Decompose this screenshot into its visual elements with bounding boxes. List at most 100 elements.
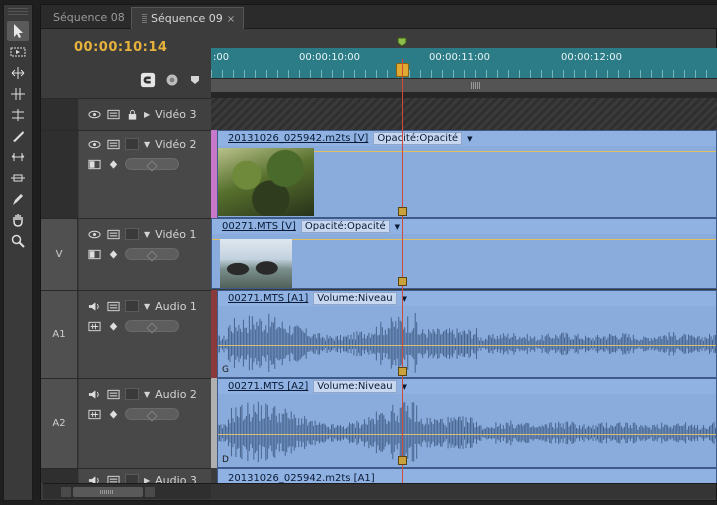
lane-audio2: 00271.MTS [A2] Volume:Niveau ▼ D <box>211 378 717 468</box>
sync-lock-icon[interactable] <box>106 138 120 150</box>
horizontal-scrollbar[interactable] <box>43 483 716 499</box>
scroll-thumb[interactable] <box>73 487 143 497</box>
sync-lock-icon[interactable] <box>106 474 120 483</box>
source-track-a2[interactable]: A2 <box>41 379 78 468</box>
tab-bar: Séquence 08 Séquence 09 × <box>41 5 717 29</box>
volume-rubberband[interactable] <box>218 345 716 346</box>
clip-title: 00271.MTS [A2] Volume:Niveau ▼ <box>220 380 407 393</box>
marker-button[interactable] <box>163 71 181 89</box>
edit-point-marker <box>398 207 407 216</box>
clip-video1[interactable]: 00271.MTS [V] Opacité:Opacité ▼ <box>211 218 717 289</box>
clip-effect-dropdown[interactable]: Volume:Niveau <box>313 292 397 305</box>
keyframe-navigator[interactable] <box>125 158 179 170</box>
scroll-right-button[interactable] <box>145 487 155 497</box>
expand-triangle-icon[interactable]: ▶ <box>144 110 150 119</box>
slip-tool[interactable] <box>7 147 29 167</box>
collapse-triangle-icon[interactable]: ▼ <box>144 140 150 149</box>
keyframe-navigator[interactable] <box>125 248 179 260</box>
track-target[interactable] <box>41 469 78 483</box>
lane-video2: 20131026_025942.m2ts [V] Opacité:Opacité… <box>211 130 717 218</box>
tab-sequence-08[interactable]: Séquence 08 <box>43 7 133 29</box>
premiere-window: Séquence 08 Séquence 09 × 00:00:10:14 :00… <box>0 0 717 505</box>
keyframe-diamond-icon[interactable] <box>106 158 120 170</box>
razor-tool[interactable] <box>7 126 29 146</box>
track-target[interactable] <box>41 131 78 218</box>
lock-toggle[interactable] <box>125 388 139 400</box>
track-target[interactable] <box>41 99 78 130</box>
source-track-v[interactable]: V <box>41 219 78 290</box>
lock-toggle[interactable] <box>125 474 139 483</box>
speaker-icon[interactable] <box>87 300 101 312</box>
clip-effect-dropdown[interactable]: Opacité:Opacité <box>373 132 463 145</box>
time-ruler[interactable]: :00 00:00:10:00 00:00:11:00 00:00:12:00 <box>211 48 717 78</box>
lock-toggle[interactable] <box>125 300 139 312</box>
keyframe-navigator[interactable] <box>125 408 179 420</box>
collapse-triangle-icon[interactable]: ▼ <box>144 390 150 399</box>
lock-toggle[interactable] <box>125 228 139 240</box>
clip-name: 00271.MTS [V] <box>222 221 296 232</box>
zoom-tool[interactable] <box>7 231 29 251</box>
clip-audio1[interactable]: 00271.MTS [A1] Volume:Niveau ▼ G <box>217 290 717 378</box>
close-icon[interactable]: × <box>227 14 235 25</box>
clip-audio2[interactable]: 00271.MTS [A2] Volume:Niveau ▼ D <box>217 378 717 468</box>
lock-icon[interactable] <box>125 108 139 120</box>
keyframe-navigator[interactable] <box>125 320 179 332</box>
playhead-line[interactable] <box>402 59 403 489</box>
clip-title: 00271.MTS [A1] Volume:Niveau ▼ <box>220 292 407 305</box>
keyframe-diamond-icon[interactable] <box>106 408 120 420</box>
add-marker-button[interactable] <box>186 71 204 89</box>
clip-effect-dropdown[interactable]: Volume:Niveau <box>313 380 397 393</box>
zoom-bar[interactable] <box>211 78 717 92</box>
ruler-label: 00:00:12:00 <box>561 52 623 63</box>
lock-toggle[interactable] <box>125 138 139 150</box>
lane-video3[interactable] <box>211 98 717 130</box>
sync-lock-icon[interactable] <box>106 300 120 312</box>
sync-lock-icon[interactable] <box>106 108 120 120</box>
clip-name: 20131026_025942.m2ts [A1] <box>228 473 375 483</box>
selection-tool[interactable] <box>7 21 29 41</box>
ripple-edit-tool[interactable] <box>7 63 29 83</box>
eye-icon[interactable] <box>87 228 101 240</box>
rolling-edit-tool[interactable] <box>7 84 29 104</box>
source-track-a1[interactable]: A1 <box>41 291 78 378</box>
volume-rubberband[interactable] <box>218 434 716 435</box>
channel-label: G <box>222 365 229 375</box>
clip-video2[interactable]: 20131026_025942.m2ts [V] Opacité:Opacité… <box>217 130 717 218</box>
collapse-triangle-icon[interactable]: ▼ <box>144 302 150 311</box>
eye-icon[interactable] <box>87 138 101 150</box>
hand-tool[interactable] <box>7 210 29 230</box>
display-style-icon[interactable] <box>87 158 101 170</box>
eye-icon[interactable] <box>87 108 101 120</box>
scroll-left-button[interactable] <box>61 487 71 497</box>
pen-tool[interactable] <box>7 189 29 209</box>
rate-stretch-tool[interactable] <box>7 105 29 125</box>
clip-audio3[interactable]: 20131026_025942.m2ts [A1] <box>217 468 717 483</box>
speaker-icon[interactable] <box>87 388 101 400</box>
display-style-icon[interactable] <box>87 248 101 260</box>
track-select-tool[interactable] <box>7 42 29 62</box>
tab-label: Séquence 08 <box>53 11 125 24</box>
snap-button[interactable] <box>139 71 157 89</box>
sync-lock-icon[interactable] <box>106 388 120 400</box>
tab-grip[interactable] <box>142 13 147 23</box>
playhead-top-marker[interactable] <box>397 37 407 47</box>
slide-tool[interactable] <box>7 168 29 188</box>
zoom-handle[interactable] <box>471 82 481 89</box>
panel-grip[interactable] <box>8 7 28 15</box>
keyframe-diamond-icon[interactable] <box>106 320 120 332</box>
expand-triangle-icon[interactable]: ▶ <box>144 476 150 484</box>
sync-lock-icon[interactable] <box>106 228 120 240</box>
keyframe-diamond-icon[interactable] <box>106 248 120 260</box>
dropdown-arrow-icon[interactable]: ▼ <box>467 135 472 143</box>
waveform-display-icon[interactable] <box>87 320 101 332</box>
tab-sequence-09[interactable]: Séquence 09 × <box>131 7 245 29</box>
speaker-icon[interactable] <box>87 474 101 483</box>
waveform-display-icon[interactable] <box>87 408 101 420</box>
track-header-audio2: A2 ▼ Audio 2 <box>41 378 211 468</box>
current-timecode[interactable]: 00:00:10:14 <box>74 40 167 55</box>
collapse-triangle-icon[interactable]: ▼ <box>144 230 150 239</box>
tab-label: Séquence 09 <box>151 12 223 25</box>
clip-effect-dropdown[interactable]: Opacité:Opacité <box>300 220 390 233</box>
scroll-track[interactable] <box>211 484 716 499</box>
dropdown-arrow-icon[interactable]: ▼ <box>395 223 400 231</box>
